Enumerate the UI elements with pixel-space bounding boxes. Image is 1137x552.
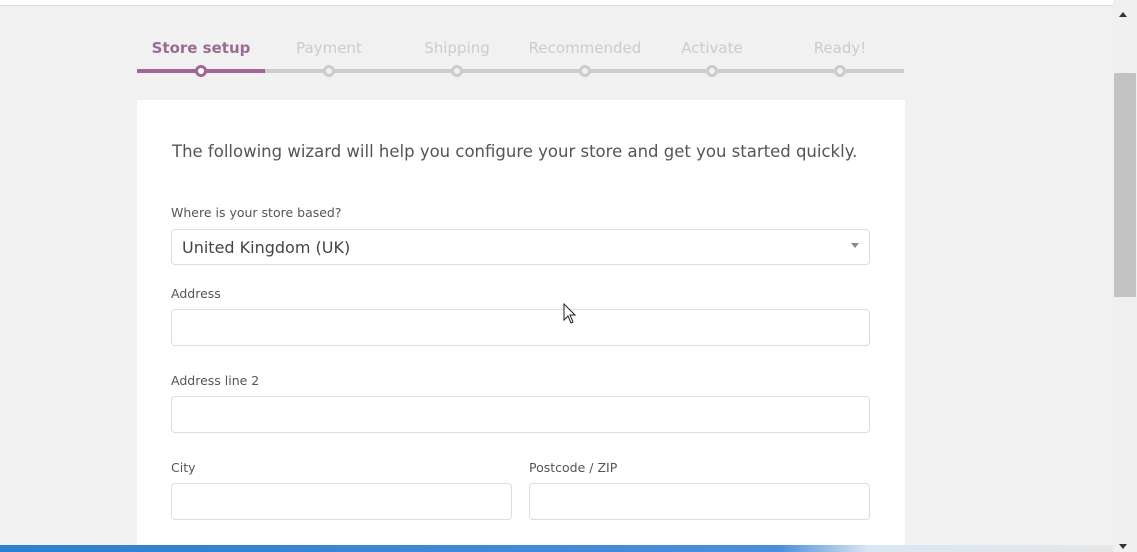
setup-steps: Store setup Payment Shipping Recommended… — [137, 37, 904, 77]
step-dot-icon — [195, 65, 207, 77]
mouse-cursor-icon — [563, 303, 577, 324]
step-recommended: Recommended — [521, 37, 649, 77]
country-select[interactable]: United Kingdom (UK) — [171, 229, 870, 265]
address2-input[interactable] — [171, 396, 870, 433]
vertical-scrollbar[interactable] — [1113, 0, 1137, 552]
step-label: Activate — [681, 39, 743, 57]
country-select-value: United Kingdom (UK) — [182, 238, 351, 257]
step-label: Recommended — [528, 39, 642, 57]
step-label: Payment — [296, 39, 362, 57]
step-activate: Activate — [648, 37, 776, 77]
address2-label: Address line 2 — [171, 373, 260, 388]
city-label: City — [171, 460, 196, 475]
step-label: Shipping — [424, 39, 490, 57]
step-label: Store setup — [151, 39, 251, 57]
postcode-input[interactable] — [529, 483, 870, 520]
top-border — [0, 0, 1113, 6]
step-dot-icon — [834, 65, 846, 77]
scrollbar-thumb[interactable] — [1114, 73, 1136, 297]
country-label: Where is your store based? — [171, 205, 342, 220]
step-dot-icon — [451, 65, 463, 77]
address-input[interactable] — [171, 309, 870, 346]
intro-text: The following wizard will help you confi… — [172, 142, 858, 161]
setup-card: The following wizard will help you confi… — [137, 100, 905, 552]
step-payment: Payment — [265, 37, 393, 77]
step-ready: Ready! — [776, 37, 904, 77]
step-shipping: Shipping — [393, 37, 521, 77]
step-label: Ready! — [813, 39, 867, 57]
step-dot-icon — [706, 65, 718, 77]
scroll-down-arrow-icon[interactable] — [1119, 544, 1127, 549]
step-store-setup: Store setup — [137, 37, 265, 77]
taskbar-edge — [0, 545, 1113, 552]
address-label: Address — [171, 286, 221, 301]
step-dot-icon — [323, 65, 335, 77]
city-input[interactable] — [171, 483, 512, 520]
scroll-up-arrow-icon[interactable] — [1119, 12, 1127, 17]
chevron-down-icon — [851, 243, 859, 248]
postcode-label: Postcode / ZIP — [529, 460, 618, 475]
step-dot-icon — [579, 65, 591, 77]
